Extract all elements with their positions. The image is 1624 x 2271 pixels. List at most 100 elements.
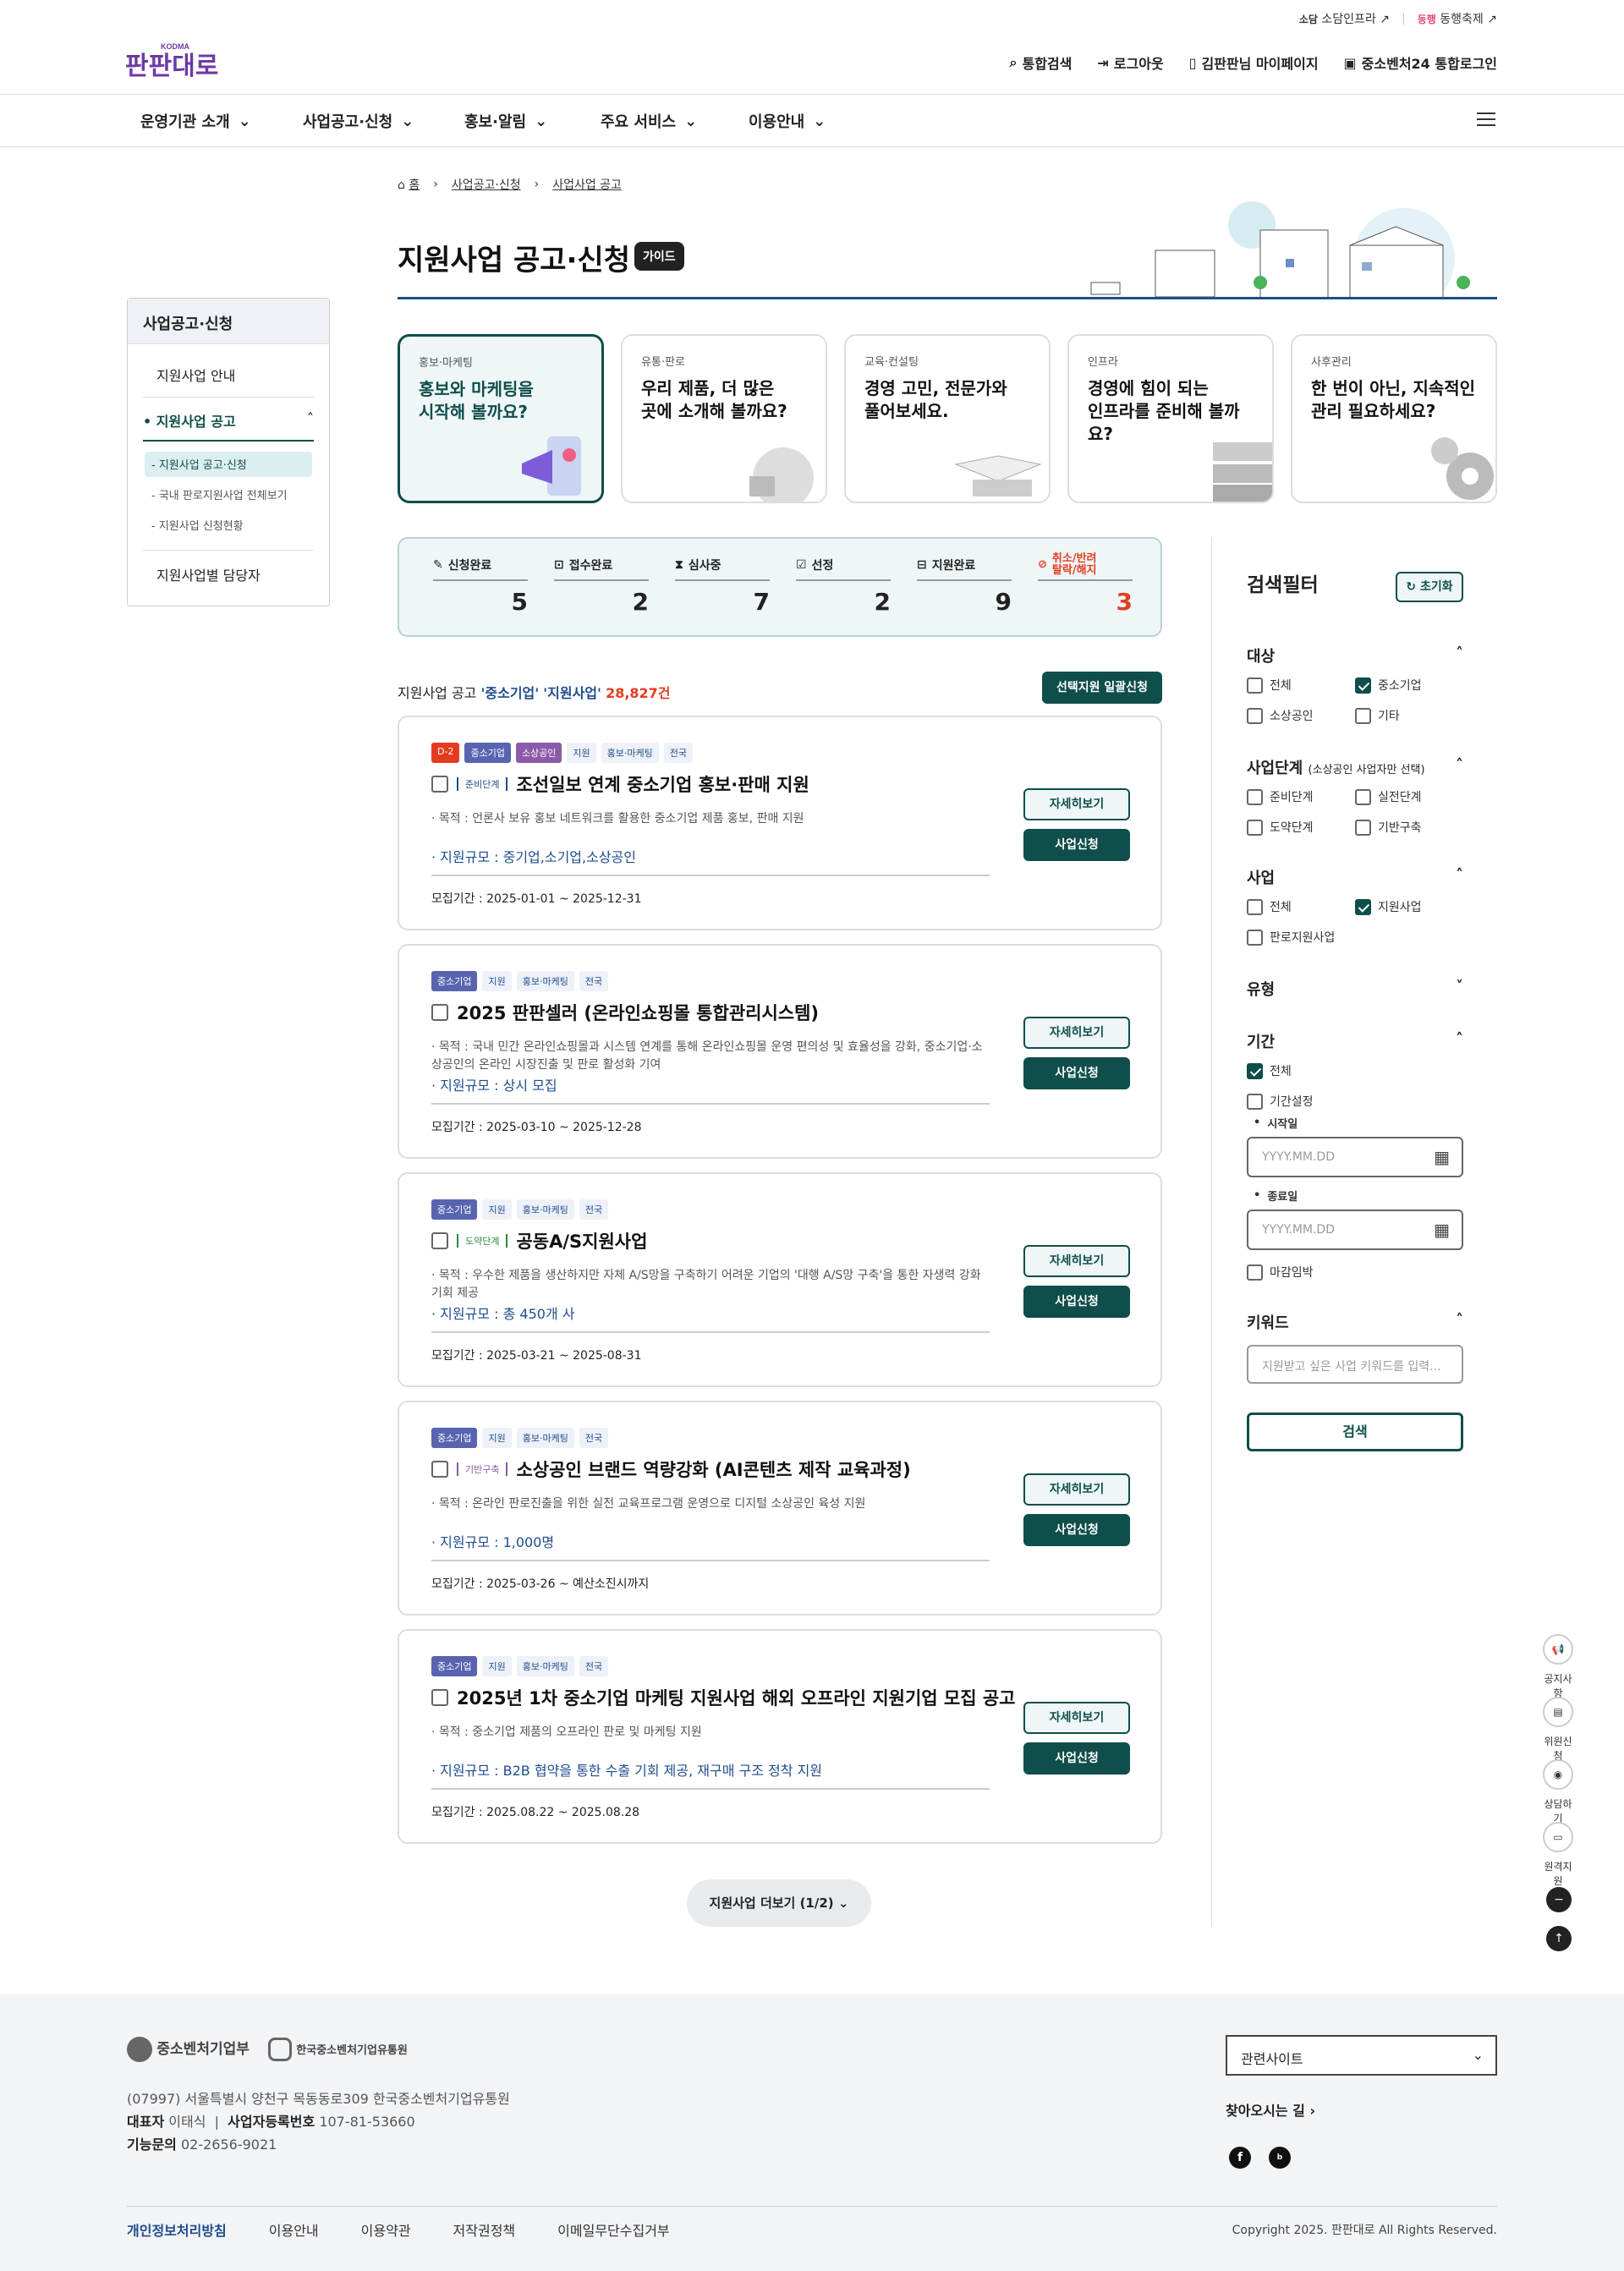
nav-item-services[interactable]: 주요 서비스 ⌄ bbox=[601, 110, 697, 132]
chevron-up-icon[interactable]: ˄ bbox=[1456, 866, 1463, 888]
calendar-icon[interactable]: ▦ bbox=[1434, 1220, 1450, 1240]
apply-button[interactable]: 사업신청 bbox=[1023, 1057, 1130, 1089]
filter-option[interactable]: 실전단계 bbox=[1355, 788, 1422, 805]
util-link-festival[interactable]: 동행 동행축제 ↗ bbox=[1418, 10, 1497, 27]
keyword-input[interactable]: 지원받고 싶은 사업 키워드를 입력... bbox=[1247, 1345, 1463, 1384]
minus-icon[interactable]: − bbox=[1546, 1887, 1572, 1912]
nav-item-about[interactable]: 운영기관 소개 ⌄ bbox=[140, 110, 251, 132]
start-date-input[interactable]: YYYY.MM.DD ▦ bbox=[1247, 1137, 1463, 1177]
guide-button[interactable]: 가이드 bbox=[634, 242, 684, 271]
item-checkbox[interactable] bbox=[431, 1461, 448, 1478]
detail-button[interactable]: 자세히보기 bbox=[1023, 788, 1130, 820]
quick-consult[interactable]: ◉ 상담하기 bbox=[1539, 1759, 1577, 1825]
filter-option[interactable]: 판로지원사업 bbox=[1247, 929, 1335, 946]
filter-option[interactable]: 도약단계 bbox=[1247, 819, 1314, 836]
card-distribution[interactable]: 유통·판로 우리 제품, 더 많은 곳에 소개해 볼까요? bbox=[621, 334, 827, 503]
quick-remote[interactable]: ▭ 원격지원 bbox=[1539, 1822, 1577, 1888]
detail-button[interactable]: 자세히보기 bbox=[1023, 1473, 1130, 1506]
footer-link[interactable]: 저작권정책 bbox=[453, 2219, 516, 2240]
quick-notice[interactable]: 📢 공지사항 bbox=[1539, 1634, 1577, 1700]
chevron-down-icon[interactable]: ˅ bbox=[1456, 978, 1463, 1000]
related-sites-select[interactable]: 관련사이트 ⌄ bbox=[1226, 2035, 1497, 2076]
item-title[interactable]: 조선일보 연계 중소기업 홍보·판매 지원 bbox=[516, 771, 809, 797]
stat-selected[interactable]: ☑ 선정 2 bbox=[796, 551, 891, 616]
filter-option[interactable]: 전체 bbox=[1247, 1062, 1292, 1079]
footer-link[interactable]: 이용안내 bbox=[269, 2219, 319, 2240]
stat-applied[interactable]: ✎ 신청완료 5 bbox=[433, 551, 528, 616]
agency-logo[interactable]: 한국중소벤처기업유통원 bbox=[267, 2038, 408, 2061]
quick-committee[interactable]: ▤ 위원신청 bbox=[1539, 1697, 1577, 1763]
card-aftercare[interactable]: 사후관리 한 번이 아닌, 지속적인 관리 필요하세요? bbox=[1291, 334, 1497, 503]
item-checkbox[interactable] bbox=[431, 1232, 448, 1249]
breadcrumb-home[interactable]: ⌂ 홈 bbox=[398, 176, 420, 193]
item-checkbox[interactable] bbox=[431, 1004, 448, 1021]
sidebar-item-contacts[interactable]: 지원사업별 담당자 bbox=[156, 564, 261, 584]
nav-item-promo[interactable]: 홍보·알림 ⌄ bbox=[464, 110, 547, 132]
integrated-login-link[interactable]: ▣ 중소벤처24 통합로그인 bbox=[1344, 52, 1497, 73]
footer-link[interactable]: 이용약관 bbox=[361, 2219, 411, 2240]
apply-button[interactable]: 사업신청 bbox=[1023, 1286, 1130, 1318]
mypage-link[interactable]: ▯ 김판판님 마이페이지 bbox=[1189, 52, 1319, 73]
privacy-link[interactable]: 개인정보처리방침 bbox=[127, 2219, 227, 2240]
item-title[interactable]: 소상공인 브랜드 역량강화 (AI콘텐츠 제작 교육과정) bbox=[516, 1456, 910, 1482]
util-link-sodam[interactable]: 소담 소담인프라 ↗ bbox=[1299, 10, 1390, 27]
filter-option[interactable]: 기타 bbox=[1355, 707, 1400, 724]
detail-button[interactable]: 자세히보기 bbox=[1023, 1017, 1130, 1049]
footer-link[interactable]: 이메일무단수집거부 bbox=[557, 2219, 669, 2240]
filter-option[interactable]: 준비단계 bbox=[1247, 788, 1314, 805]
site-logo[interactable]: KODMA 판판대로 bbox=[125, 39, 227, 81]
stat-reviewing[interactable]: ⧗ 심사중 7 bbox=[675, 551, 770, 616]
directions-link[interactable]: 찾아오시는 길 › bbox=[1226, 2099, 1315, 2120]
breadcrumb-current[interactable]: 사업사업 공고 bbox=[552, 176, 622, 193]
nav-item-guide[interactable]: 이용안내 ⌄ bbox=[749, 110, 826, 132]
sidebar-item-notice[interactable]: • 지원사업 공고 ˄ bbox=[143, 410, 314, 431]
sidebar-item-info[interactable]: 지원사업 안내 bbox=[156, 365, 235, 385]
nav-item-notices[interactable]: 사업공고·신청 ⌄ bbox=[303, 110, 414, 132]
sidebar-subitem-status[interactable]: - 지원사업 신청현황 bbox=[151, 517, 244, 533]
item-title[interactable]: 공동A/S지원사업 bbox=[516, 1228, 647, 1253]
chevron-up-icon[interactable]: ˄ bbox=[1456, 756, 1463, 778]
apply-button[interactable]: 사업신청 bbox=[1023, 1742, 1130, 1775]
sidebar-subitem-all[interactable]: - 국내 판로지원사업 전체보기 bbox=[151, 486, 288, 502]
detail-button[interactable]: 자세히보기 bbox=[1023, 1245, 1130, 1277]
ministry-logo[interactable]: 중소벤처기업부 bbox=[127, 2037, 250, 2062]
blog-icon[interactable]: b bbox=[1269, 2147, 1291, 2169]
menu-icon[interactable] bbox=[1477, 112, 1495, 127]
search-button[interactable]: 검색 bbox=[1247, 1413, 1463, 1451]
item-checkbox[interactable] bbox=[431, 1689, 448, 1706]
scroll-top-icon[interactable]: ↑ bbox=[1546, 1926, 1572, 1951]
breadcrumb-item[interactable]: 사업공고·신청 bbox=[452, 176, 521, 193]
end-date-input[interactable]: YYYY.MM.DD ▦ bbox=[1247, 1210, 1463, 1250]
filter-option[interactable]: 마감임박 bbox=[1247, 1264, 1314, 1281]
detail-button[interactable]: 자세히보기 bbox=[1023, 1702, 1130, 1734]
chevron-up-icon[interactable]: ˄ bbox=[1456, 645, 1463, 666]
item-title[interactable]: 2025년 1차 중소기업 마케팅 지원사업 해외 오프라인 지원기업 모집 공… bbox=[457, 1685, 1016, 1710]
filter-option[interactable]: 전체 bbox=[1247, 898, 1292, 915]
sidebar-subitem-apply[interactable]: - 지원사업 공고·신청 bbox=[151, 456, 247, 472]
item-checkbox[interactable] bbox=[431, 776, 448, 793]
stat-completed[interactable]: ⊟ 지원완료 9 bbox=[917, 551, 1012, 616]
filter-option[interactable]: 전체 bbox=[1247, 677, 1292, 694]
calendar-icon[interactable]: ▦ bbox=[1434, 1147, 1450, 1167]
filter-option[interactable]: 소상공인 bbox=[1247, 707, 1314, 724]
facebook-icon[interactable]: f bbox=[1229, 2147, 1251, 2169]
search-link[interactable]: ⌕ 통합검색 bbox=[1010, 52, 1073, 73]
apply-button[interactable]: 사업신청 bbox=[1023, 829, 1130, 861]
stat-cancelled[interactable]: ⊘ 취소/반려 탈락/해지 3 bbox=[1038, 551, 1133, 616]
filter-option[interactable]: 기간설정 bbox=[1247, 1093, 1314, 1110]
chevron-up-icon[interactable]: ˄ bbox=[1456, 1030, 1463, 1052]
filter-option[interactable]: 지원사업 bbox=[1355, 898, 1422, 915]
apply-button[interactable]: 사업신청 bbox=[1023, 1514, 1130, 1546]
card-education[interactable]: 교육·컨설팅 경영 고민, 전문가와 풀어보세요. bbox=[844, 334, 1051, 503]
load-more-button[interactable]: 지원사업 더보기 (1/2) ⌄ bbox=[687, 1879, 871, 1927]
card-marketing[interactable]: 홍보·마케팅 홍보와 마케팅을 시작해 볼까요? bbox=[398, 334, 604, 503]
filter-option[interactable]: 중소기업 bbox=[1355, 677, 1422, 694]
logout-link[interactable]: ⇥ 로그아웃 bbox=[1097, 52, 1163, 73]
item-title[interactable]: 2025 판판셀러 (온라인쇼핑몰 통합관리시스템) bbox=[457, 1000, 819, 1025]
card-infra[interactable]: 인프라 경영에 힘이 되는 인프라를 준비해 볼까요? bbox=[1067, 334, 1274, 503]
chevron-up-icon[interactable]: ˄ bbox=[1456, 1311, 1463, 1333]
stat-received[interactable]: ⊡ 접수완료 2 bbox=[554, 551, 649, 616]
bulk-apply-button[interactable]: 선택지원 일괄신청 bbox=[1042, 672, 1162, 704]
reset-button[interactable]: ↻ 초기화 bbox=[1396, 572, 1463, 602]
filter-option[interactable]: 기반구축 bbox=[1355, 819, 1422, 836]
